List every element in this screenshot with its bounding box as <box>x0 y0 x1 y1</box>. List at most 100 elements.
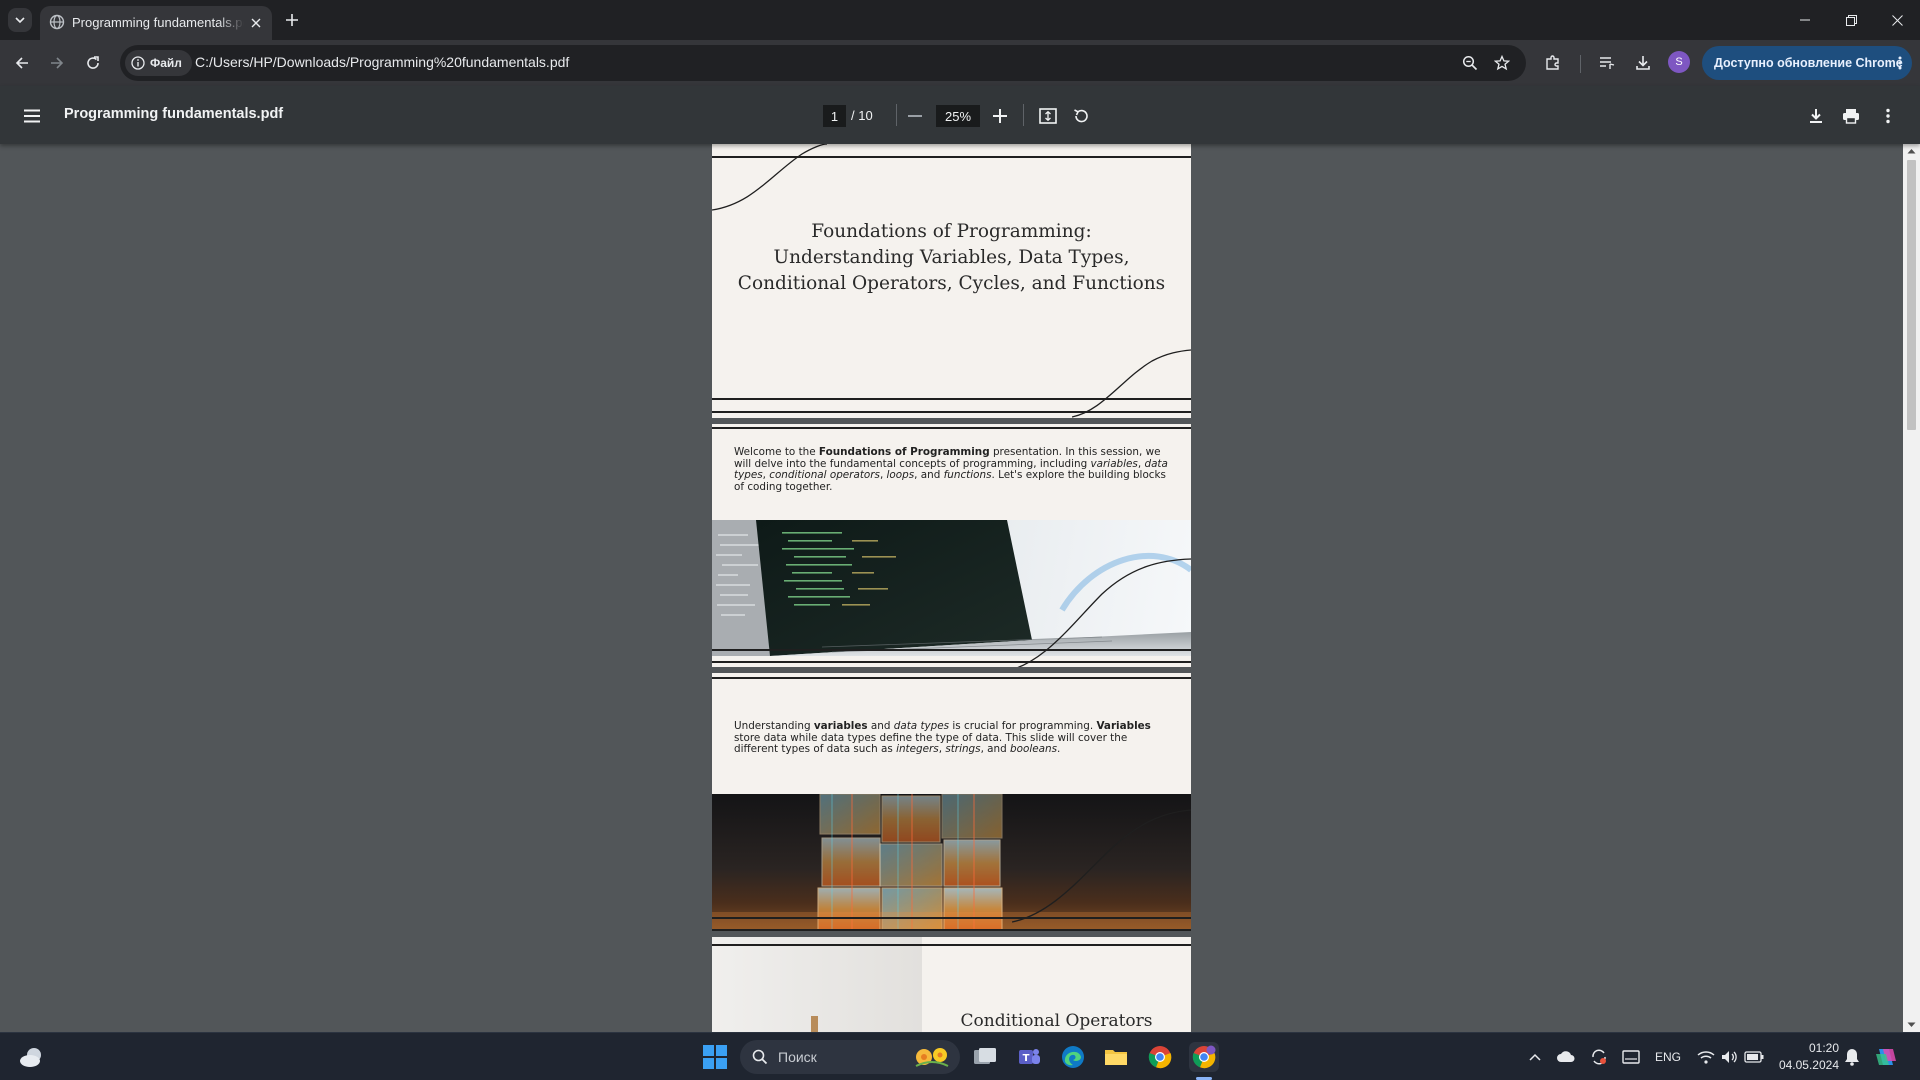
zoom-input[interactable]: 25% <box>936 105 980 127</box>
vertical-scrollbar[interactable] <box>1903 144 1920 1032</box>
page1-title-line1: Foundations of Programming: <box>811 221 1092 242</box>
sync-tray[interactable] <box>1584 1042 1614 1072</box>
onedrive-tray[interactable] <box>1551 1042 1581 1072</box>
edge-app[interactable] <box>1058 1042 1088 1072</box>
battery-charging-icon <box>1744 1051 1764 1063</box>
toolbar-divider <box>896 104 897 126</box>
sync-icon <box>1592 1049 1606 1065</box>
fit-to-page-button[interactable] <box>1035 103 1061 129</box>
site-info-label: Файл <box>150 56 182 70</box>
scrollbar-thumb[interactable] <box>1907 160 1916 430</box>
zoom-indicator-button[interactable] <box>1456 49 1484 77</box>
tab-close-button[interactable] <box>246 13 266 33</box>
zoom-in-button[interactable] <box>987 103 1013 129</box>
rotate-counterclockwise-icon <box>1074 109 1088 123</box>
svg-text:T: T <box>1023 1053 1030 1064</box>
minimize-button[interactable] <box>1782 0 1828 40</box>
restore-icon <box>1845 14 1857 26</box>
page2-intro-text: Welcome to the Foundations of Programmin… <box>734 446 1168 493</box>
keyboard-tray[interactable] <box>1616 1042 1646 1072</box>
extensions-button[interactable] <box>1539 49 1567 77</box>
speaker-icon <box>1722 1051 1737 1063</box>
zoom-out-button[interactable] <box>902 103 928 129</box>
more-vertical-icon <box>1886 108 1890 124</box>
edge-icon <box>1062 1046 1084 1068</box>
chevron-down-icon <box>15 17 25 24</box>
restore-button[interactable] <box>1828 0 1874 40</box>
cloud-moon-icon <box>20 1048 41 1067</box>
star-icon <box>1494 55 1510 71</box>
chrome-update-button[interactable]: Доступно обновление Chrome <box>1702 46 1912 80</box>
tab-active[interactable]: Programming fundamentals.pdf <box>40 6 272 40</box>
file-explorer-app[interactable] <box>1101 1042 1131 1072</box>
battery-tray[interactable] <box>1739 1042 1769 1072</box>
chrome-icon <box>1148 1046 1172 1069</box>
page1-title-line3: Conditional Operators, Cycles, and Funct… <box>737 273 1166 294</box>
rotate-button[interactable] <box>1068 103 1094 129</box>
pdf-more-button[interactable] <box>1875 103 1901 129</box>
pdf-title: Programming fundamentals.pdf <box>64 106 284 122</box>
page4-title: Conditional Operators <box>960 1011 1153 1031</box>
download-icon <box>1636 56 1650 70</box>
chrome-profile-app-active[interactable] <box>1189 1042 1219 1072</box>
windows-taskbar: Поиск T ENG 01:20 04.05.2024 <box>0 1032 1920 1080</box>
decorative-curve <box>1012 809 1191 923</box>
arrow-right-icon <box>51 57 64 69</box>
system-clock[interactable]: 01:20 04.05.2024 <box>1775 1040 1839 1074</box>
new-tab-button[interactable] <box>280 8 304 32</box>
reload-button[interactable] <box>79 49 107 77</box>
page-total: / 10 <box>851 108 873 123</box>
scroll-up-arrow-icon[interactable] <box>1907 148 1916 154</box>
page-number-input[interactable]: 1 <box>823 105 846 127</box>
page3-variables-text: Understanding variables and data types i… <box>734 720 1151 755</box>
pdf-viewer[interactable]: Foundations of Programming: Understandin… <box>0 144 1920 1032</box>
tab-strip: Programming fundamentals.pdf <box>0 0 1920 40</box>
search-icon <box>752 1049 768 1065</box>
url-text[interactable]: C:/Users/HP/Downloads/Programming%20fund… <box>195 54 569 70</box>
decorative-line <box>712 677 1191 679</box>
bell-icon <box>1845 1049 1859 1066</box>
hamburger-icon <box>24 109 40 123</box>
downloads-button[interactable] <box>1629 49 1657 77</box>
bookmark-button[interactable] <box>1488 49 1516 77</box>
site-info-chip[interactable]: Файл <box>125 50 192 76</box>
decorative-line <box>712 411 1191 413</box>
pdf-toolbar: Programming fundamentals.pdf 1 / 10 25% <box>0 86 1920 144</box>
teams-app[interactable]: T <box>1014 1042 1044 1072</box>
toolbar-separator <box>1580 55 1581 73</box>
back-button[interactable] <box>8 49 36 77</box>
tab-title: Programming fundamentals.pdf <box>72 15 244 30</box>
language-indicator[interactable]: ENG <box>1655 1050 1681 1064</box>
start-button[interactable] <box>700 1042 730 1072</box>
decorative-curve <box>712 144 828 211</box>
taskbar-search[interactable]: Поиск <box>740 1040 960 1074</box>
chevron-up-icon <box>1529 1053 1541 1061</box>
notifications-button[interactable] <box>1837 1042 1867 1072</box>
tab-search-button[interactable] <box>8 8 32 32</box>
windows-logo-icon <box>703 1045 727 1069</box>
folder-icon <box>1105 1050 1127 1065</box>
fit-page-icon <box>1039 108 1057 124</box>
clock-time: 01:20 <box>1808 1041 1839 1055</box>
browser-toolbar: Файл C:/Users/HP/Downloads/Programming%2… <box>0 40 1920 86</box>
weather-widget[interactable] <box>17 1042 47 1072</box>
decorative-line <box>712 649 1191 651</box>
forward-button[interactable] <box>43 49 71 77</box>
tray-overflow-button[interactable] <box>1520 1042 1550 1072</box>
sidebar-menu-button[interactable] <box>19 103 45 129</box>
search-placeholder: Поиск <box>778 1049 817 1065</box>
profile-avatar[interactable]: S <box>1668 51 1690 73</box>
scroll-down-arrow-icon[interactable] <box>1907 1022 1916 1028</box>
pdf-download-button[interactable] <box>1803 103 1829 129</box>
wifi-icon <box>1697 1051 1715 1064</box>
reload-icon <box>87 56 99 69</box>
print-button[interactable] <box>1838 103 1864 129</box>
reading-list-button[interactable] <box>1593 49 1621 77</box>
copilot-button[interactable] <box>1871 1042 1901 1072</box>
close-window-button[interactable] <box>1874 0 1920 40</box>
page-gap <box>712 418 1191 424</box>
puzzle-icon <box>1546 55 1559 70</box>
address-bar[interactable]: Файл C:/Users/HP/Downloads/Programming%2… <box>120 45 1526 81</box>
task-view-button[interactable] <box>970 1042 1000 1072</box>
chrome-app[interactable] <box>1145 1042 1175 1072</box>
